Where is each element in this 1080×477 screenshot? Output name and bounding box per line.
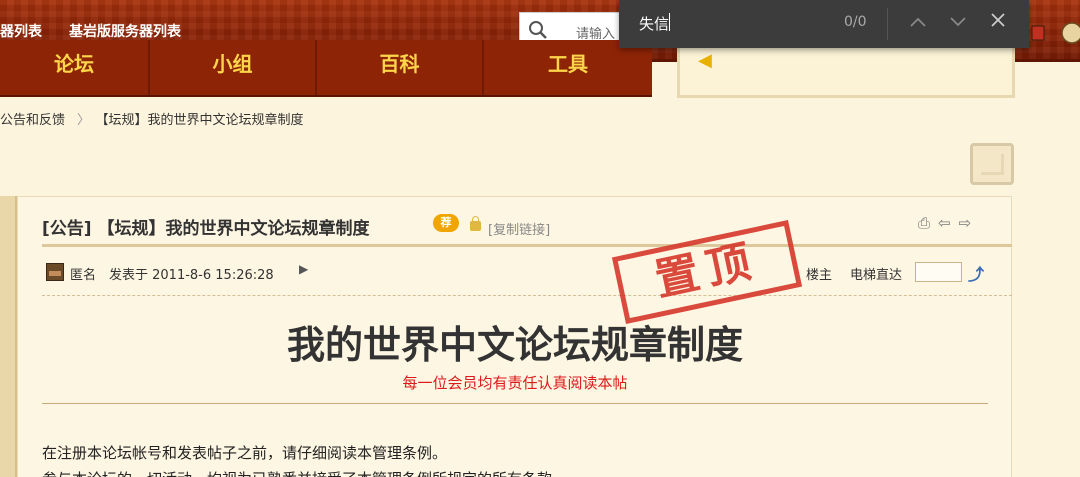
return-list-icon[interactable] — [970, 143, 1014, 185]
meta-divider — [42, 295, 1012, 296]
close-icon — [991, 13, 1005, 27]
tab-wiki[interactable]: 百科 — [317, 40, 484, 95]
tab-forum-label: 论坛 — [54, 52, 94, 76]
play-arrow-icon[interactable]: ▶ — [299, 262, 308, 276]
body-paragraph-1: 在注册本论坛帐号和发表帖子之前，请仔细阅读本管理条例。 — [42, 444, 448, 462]
find-input[interactable]: 失信 — [639, 13, 669, 34]
breadcrumb: 公告和反馈〉【坛规】我的世界中文论坛规章制度 — [0, 109, 304, 128]
post-title: [公告] 【坛规】我的世界中文论坛规章制度 — [42, 219, 370, 239]
post-subheading: 每一位会员均有责任认真阅读本帖 — [402, 374, 628, 392]
tab-wiki-label: 百科 — [379, 52, 420, 76]
floor-owner-label: 楼主 — [806, 268, 833, 283]
chevron-down-icon — [950, 17, 966, 27]
find-previous-button[interactable] — [905, 10, 931, 36]
previous-thread-icon[interactable]: ⇦ — [938, 214, 959, 232]
body-paragraph-2: 参与本论坛的一切活动，均视为已熟悉并接受了本管理条例所规定的所有条款。 — [42, 468, 567, 477]
find-match-count: 0/0 — [844, 14, 867, 30]
avatar[interactable] — [46, 263, 64, 281]
post-heading: 我的世界中文论坛规章制度 — [286, 323, 743, 367]
recommend-badge: 荐 — [433, 214, 459, 232]
heading-divider — [42, 403, 988, 404]
breadcrumb-item-post[interactable]: 【坛规】我的世界中文论坛规章制度 — [102, 113, 304, 128]
post-date: 发表于 2011-8-6 15:26:28 — [109, 268, 274, 283]
search-icon[interactable] — [528, 20, 548, 40]
user-toolbar-icons[interactable] — [1030, 18, 1080, 48]
tab-groups-label: 小组 — [212, 52, 253, 76]
print-icon[interactable]: ⎙ — [918, 214, 938, 232]
breadcrumb-item-feedback[interactable]: 公告和反馈 — [0, 113, 65, 128]
copy-link[interactable]: [复制链接] — [488, 219, 550, 238]
speaker-icon: ◀ — [698, 50, 712, 71]
announcement-box: ◀ — [677, 48, 1015, 98]
find-close-button[interactable] — [985, 10, 1011, 36]
chevron-up-icon — [910, 17, 926, 27]
toplink-bedrock-server-list[interactable]: 基岩版服务器列表 — [69, 21, 181, 41]
toplink-server-list[interactable]: 器列表 — [0, 21, 42, 41]
go-icon[interactable]: ⤴ — [968, 261, 984, 285]
tab-forum[interactable]: 论坛 — [0, 40, 150, 95]
jump-to-floor-label: 电梯直达 — [850, 268, 903, 283]
find-next-button[interactable] — [945, 10, 971, 36]
next-thread-icon[interactable]: ⇨ — [959, 214, 980, 232]
author-name[interactable]: 匿名 — [70, 264, 96, 283]
find-separator — [887, 8, 888, 40]
title-divider — [42, 244, 1012, 247]
find-bar: 失信 0/0 — [619, 0, 1029, 48]
lock-icon — [470, 216, 481, 231]
tab-groups[interactable]: 小组 — [150, 40, 317, 95]
text-caret — [669, 13, 670, 31]
tab-tools-label: 工具 — [548, 52, 588, 76]
breadcrumb-separator: 〉 — [77, 113, 91, 128]
tab-tools[interactable]: 工具 — [484, 40, 652, 95]
main-nav: 论坛 小组 百科 工具 — [0, 40, 652, 97]
post-actions: ⎙⇦⇨ — [918, 214, 979, 232]
floor-number-input[interactable] — [915, 262, 962, 282]
